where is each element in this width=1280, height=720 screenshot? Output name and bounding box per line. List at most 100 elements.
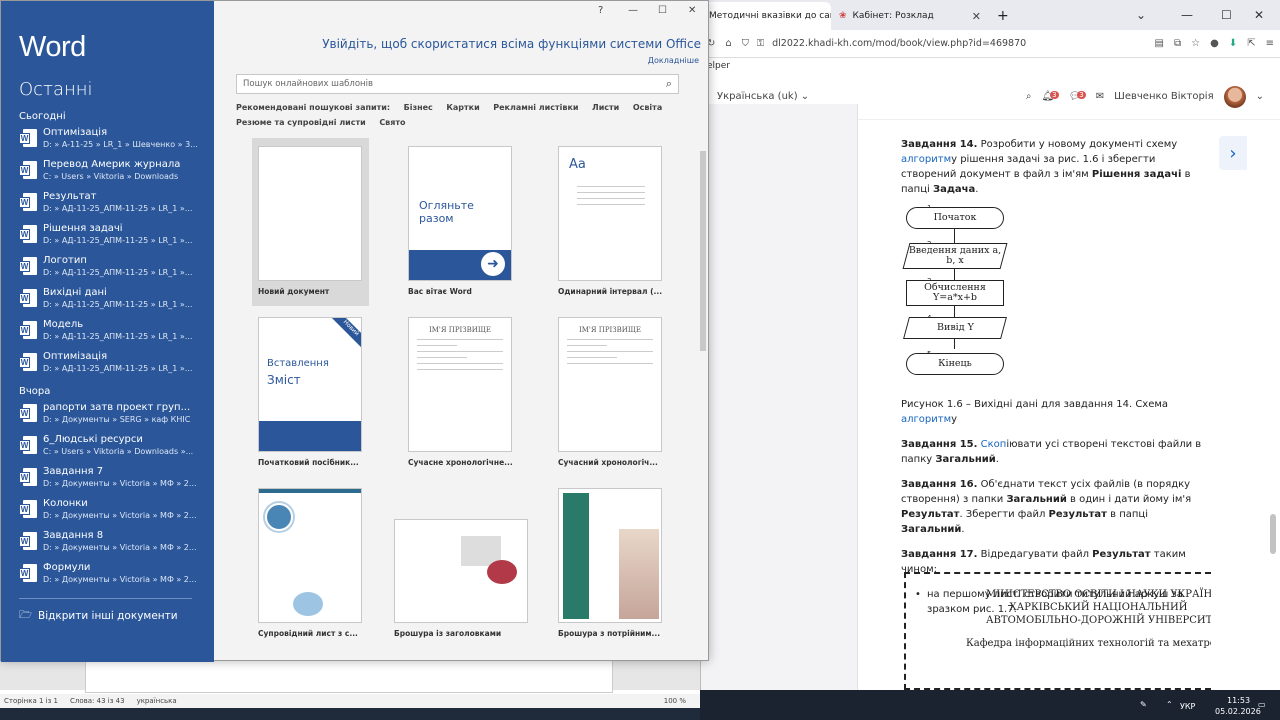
home-icon[interactable]: ⌂ xyxy=(725,38,731,49)
template-welcome[interactable]: Огляньте разом ➜ Вас вітає Word xyxy=(408,146,514,296)
suggested-letters[interactable]: Листи xyxy=(592,103,619,112)
suggested-business[interactable]: Бізнес xyxy=(404,103,433,112)
recent-file[interactable]: W Колонки D: » Документы » Victoria » МФ »… xyxy=(19,498,209,526)
search-icon[interactable]: ⌕ xyxy=(666,77,672,91)
maximize-button[interactable]: ☐ xyxy=(658,5,667,16)
minimize-button[interactable]: — xyxy=(628,5,638,16)
suggested-label: Рекомендовані пошукові запити: xyxy=(236,103,391,112)
close-button[interactable]: ✕ xyxy=(1254,0,1264,30)
template-blank[interactable]: Новий документ xyxy=(258,146,364,296)
recent-file[interactable]: W Формули D: » Документы » Victoria » МФ »… xyxy=(19,562,209,590)
bookmark-item[interactable]: elper xyxy=(707,61,730,71)
recent-file[interactable]: W Завдання 8 D: » Документы » Victoria » М… xyxy=(19,530,209,558)
tray-chevron-icon[interactable]: ⌃ xyxy=(1166,700,1173,709)
tab-methodical[interactable]: Методичні вказівки до самост ✕ xyxy=(701,2,831,30)
recent-file[interactable]: W Завдання 7 D: » Документы » Victoria » М… xyxy=(19,466,209,494)
reader-icon[interactable]: ▤ xyxy=(1155,38,1164,49)
flow-end: Кінець xyxy=(906,353,1004,375)
menu-icon[interactable]: ≡ xyxy=(1266,38,1274,49)
share-icon[interactable]: ⇱ xyxy=(1247,38,1255,49)
recent-file-path: C: » Users » Viktoria » Downloads »... xyxy=(43,447,194,456)
notification-badge: 3 xyxy=(1050,91,1059,99)
help-icon[interactable]: ? xyxy=(598,5,603,16)
template-scrollbar[interactable] xyxy=(698,139,708,659)
status-words[interactable]: Слова: 43 із 43 xyxy=(70,697,125,705)
search-icon[interactable]: ⌕ xyxy=(1026,91,1032,102)
template-modern-chrono-2[interactable]: ІМ'Я ПРІЗВИЩЕ Сучасний хронологіч... xyxy=(558,317,664,467)
avatar[interactable] xyxy=(1223,85,1246,108)
word-doc-icon: W xyxy=(19,225,37,245)
recent-file-path: D: » АД-11-25_АПМ-11-25 » LR_1 »... xyxy=(43,204,193,213)
clock-date[interactable]: 05.02.2026 xyxy=(1215,707,1261,716)
close-button[interactable]: ✕ xyxy=(688,5,696,16)
chevron-down-icon[interactable]: ⌄ xyxy=(1256,91,1264,102)
recent-file-path: D: » АД-11-25_АПМ-11-25 » LR_1 »... xyxy=(43,364,193,373)
status-zoom[interactable]: 100 % xyxy=(664,697,686,705)
recent-file[interactable]: W Оптимізація D: » АД-11-25_АПМ-11-25 » LR… xyxy=(19,351,209,379)
template-getting-started[interactable]: Вставлення Зміст Новий Початковий посібн… xyxy=(258,317,364,467)
maximize-button[interactable]: ☐ xyxy=(1221,0,1232,30)
language-menu[interactable]: Українська (uk) xyxy=(717,91,798,102)
suggested-resumes[interactable]: Резюме та супровідні листи xyxy=(236,118,366,127)
template-single-spaced[interactable]: Аа Одинарний інтервал (... xyxy=(558,146,664,296)
template-search-input[interactable]: Пошук онлайнових шаблонів ⌕ xyxy=(236,74,679,94)
recent-file[interactable]: W Рішення задачі D: » АД-11-25_АПМ-11-25 »… xyxy=(19,223,209,251)
recent-file-path: D: » Документы » Victoria » МФ » 2... xyxy=(43,575,197,584)
open-other-documents[interactable]: 🗁 Відкрити інші документи xyxy=(19,607,178,625)
account-icon[interactable]: ● xyxy=(1210,38,1219,49)
template-modern-chrono[interactable]: ІМ'Я ПРІЗВИЩЕ Сучасне хронологічне... xyxy=(408,317,514,467)
next-page-icon[interactable]: › xyxy=(1219,136,1247,170)
learn-more-link[interactable]: Докладніше xyxy=(648,56,699,65)
recent-file[interactable]: W Логотип D: » АД-11-25_АПМ-11-25 » LR_1 »… xyxy=(19,255,209,283)
mail-icon[interactable]: ✉ xyxy=(1096,91,1104,102)
minimize-button[interactable]: — xyxy=(1181,0,1193,30)
status-language[interactable]: українська xyxy=(137,697,177,705)
recent-file[interactable]: W Вихідні дані D: » АД-11-25_АПМ-11-25 » L… xyxy=(19,287,209,315)
search-placeholder: Пошук онлайнових шаблонів xyxy=(243,79,373,89)
recent-file-path: D: » АД-11-25_АПМ-11-25 » LR_1 »... xyxy=(43,332,193,341)
suggested-cards[interactable]: Картки xyxy=(446,103,479,112)
notifications-icon[interactable]: 🔔︎3 xyxy=(1041,91,1059,102)
screenshot-icon[interactable]: ⧉ xyxy=(1174,38,1181,49)
recent-file-name: Рішення задачі xyxy=(43,223,123,234)
recent-file[interactable]: W 6_Людські ресурси C: » Users » Viktoria … xyxy=(19,434,209,462)
template-trifold-brochure[interactable]: Брошура з потрійним... xyxy=(558,488,664,638)
word-doc-icon: W xyxy=(19,161,37,181)
recent-file[interactable]: W Оптимізація D: » A-11-25 » LR_1 » Шевчен… xyxy=(19,127,209,155)
status-page[interactable]: Сторінка 1 із 1 xyxy=(4,697,58,705)
tab-list-icon[interactable]: ⌄ xyxy=(1136,0,1146,30)
recent-file[interactable]: W Результат D: » АД-11-25_АПМ-11-25 » LR_1… xyxy=(19,191,209,219)
user-name[interactable]: Шевченко Вікторія xyxy=(1114,91,1213,102)
pen-icon[interactable]: ✎ xyxy=(1140,700,1147,709)
messages-icon[interactable]: 💬︎3 xyxy=(1069,91,1086,102)
clock-time[interactable]: 11:53 xyxy=(1227,696,1250,705)
browser-window: Методичні вказівки до самост ✕ ❀ Кабінет… xyxy=(700,0,1280,690)
page-scrollbar[interactable] xyxy=(1270,104,1278,684)
tab-schedule[interactable]: ❀ Кабінет: Розклад ✕ xyxy=(831,2,989,30)
template-label: Початковий посібник... xyxy=(258,458,359,467)
task-15: Завдання 15. Скопіювати усі створені тек… xyxy=(901,439,1202,465)
suggested-holiday[interactable]: Свято xyxy=(379,118,405,127)
recent-file-path: D: » A-11-25 » LR_1 » Шевченко » 3... xyxy=(43,140,198,149)
book-content: Завдання 14. Розробити у новому документ… xyxy=(901,137,1211,627)
template-cover-letter[interactable]: Супровідний лист з с... xyxy=(258,488,364,638)
suggested-flyers[interactable]: Рекламні листівки xyxy=(493,103,578,112)
template-brochure-headings[interactable]: Брошура із заголовками xyxy=(394,519,530,638)
extension-icon[interactable]: ⬇ xyxy=(1229,38,1237,49)
recent-file[interactable]: Wрапорти затв проект груп... D: » Докумен… xyxy=(19,402,209,430)
bookmark-star-icon[interactable]: ☆ xyxy=(1191,38,1200,49)
recent-file[interactable]: W Перевод Америк журнала C: » Users » Vikt… xyxy=(19,159,209,187)
notification-center-icon[interactable]: ▭ xyxy=(1258,700,1266,709)
glossary-link[interactable]: алгоритм xyxy=(901,414,951,425)
close-tab-icon[interactable]: ✕ xyxy=(972,10,981,23)
signin-link[interactable]: Увійдіть, щоб скористатися всіма функція… xyxy=(322,37,701,51)
suggested-education[interactable]: Освіта xyxy=(633,103,662,112)
new-tab-button[interactable]: + xyxy=(989,2,1017,30)
glossary-link[interactable]: Скоп xyxy=(981,439,1007,450)
flow-output: Вивід Y xyxy=(903,317,1007,339)
keyboard-language[interactable]: УКР xyxy=(1180,702,1195,711)
recent-file-name: рапорти затв проект груп... xyxy=(43,402,191,413)
glossary-link[interactable]: алгоритм xyxy=(901,154,951,165)
recent-file[interactable]: W Модель D: » АД-11-25_АПМ-11-25 » LR_1 ».… xyxy=(19,319,209,347)
url-field[interactable]: ⛉ ⚿ dl2022.khadi-kh.com/mod/book/view.ph… xyxy=(742,38,1145,49)
